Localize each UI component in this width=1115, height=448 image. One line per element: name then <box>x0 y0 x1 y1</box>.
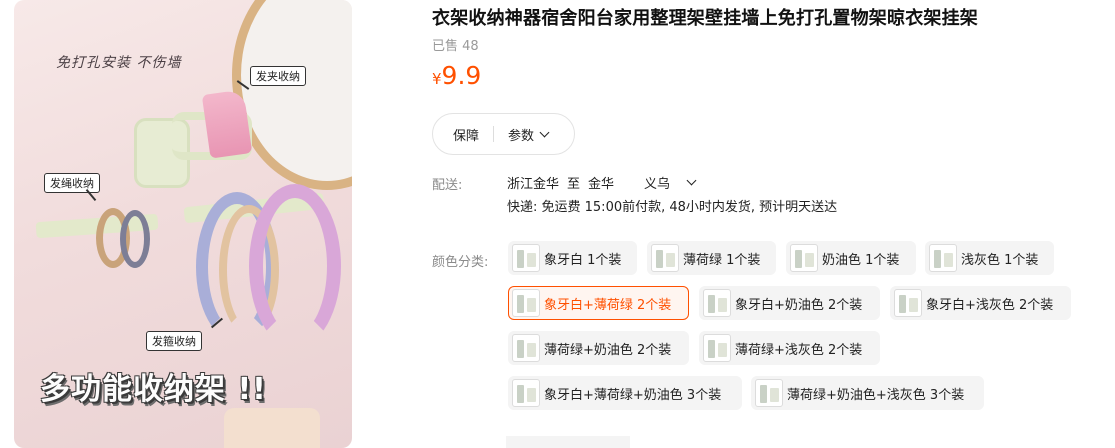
option-label: 薄荷绿+浅灰色 2个装 <box>735 342 863 358</box>
option-label: 象牙白+奶油色 2个装 <box>735 297 863 313</box>
color-option[interactable]: 浅灰色 1个装 <box>925 241 1054 275</box>
option-thumbnail <box>703 334 731 362</box>
ship-to-city: 金华 <box>588 177 615 192</box>
option-label: 薄荷绿+奶油色+浅灰色 3个装 <box>787 387 965 403</box>
option-thumbnail <box>755 379 783 407</box>
option-label: 象牙白+薄荷绿+奶油色 3个装 <box>544 387 722 403</box>
guarantee-button[interactable]: 保障 <box>433 125 493 144</box>
color-option[interactable]: 象牙白+奶油色 2个装 <box>699 286 880 320</box>
product-title: 衣架收纳神器宿舍阳台家用整理架壁挂墙上免打孔置物架晾衣架挂架 <box>432 8 978 29</box>
price: ¥9.9 <box>432 61 481 90</box>
ship-to-district: 义乌 <box>644 177 671 192</box>
image-slogan: 免打孔安装 不伤墙 <box>56 55 182 71</box>
image-label-clip: 发夹收纳 <box>250 66 306 86</box>
image-label-band: 发箍收纳 <box>146 331 202 351</box>
option-label: 奶油色 1个装 <box>822 252 900 268</box>
color-option[interactable]: 象牙白 1个装 <box>508 241 637 275</box>
soap-graphic <box>224 408 320 448</box>
ship-to-word: 至 <box>567 177 581 192</box>
option-thumbnail <box>703 289 731 317</box>
headband-graphic <box>249 184 341 348</box>
image-label-rope: 发绳收纳 <box>44 173 100 193</box>
params-button[interactable]: 参数 <box>494 125 550 144</box>
option-label: 浅灰色 1个装 <box>961 252 1039 268</box>
sold-count: 已售 48 <box>432 39 479 54</box>
product-image[interactable]: 免打孔安装 不伤墙 发夹收纳 发绳收纳 发箍收纳 多功能收纳架 !! <box>14 0 352 448</box>
info-pill: 保障 参数 <box>432 113 575 155</box>
shipping-label: 配送: <box>432 178 463 193</box>
color-label: 颜色分类: <box>432 255 489 270</box>
color-option[interactable]: 薄荷绿+浅灰色 2个装 <box>699 331 880 365</box>
option-label: 象牙白+薄荷绿 2个装 <box>544 297 672 313</box>
option-thumbnail <box>512 244 540 272</box>
image-headline: 多功能收纳架 !! <box>40 372 267 407</box>
mirror-graphic <box>232 0 352 190</box>
option-thumbnail <box>512 289 540 317</box>
color-option[interactable]: 薄荷绿+奶油色 2个装 <box>508 331 689 365</box>
price-value: 9.9 <box>441 61 482 90</box>
chevron-down-icon <box>539 127 550 137</box>
color-option[interactable]: 象牙白+薄荷绿+奶油色 3个装 <box>508 376 742 410</box>
option-thumbnail <box>790 244 818 272</box>
option-label: 象牙白 1个装 <box>544 252 622 268</box>
color-option[interactable]: 薄荷绿+奶油色+浅灰色 3个装 <box>751 376 984 410</box>
shipping-detail: 快递: 免运费 15:00前付款, 48小时内发货, 预计明天送达 <box>507 200 838 215</box>
ship-from: 浙江金华 <box>507 177 560 192</box>
chevron-down-icon[interactable] <box>686 175 697 186</box>
color-option[interactable]: 薄荷绿 1个装 <box>647 241 776 275</box>
quantity-stepper[interactable] <box>506 436 630 448</box>
color-option-selected[interactable]: 象牙白+薄荷绿 2个装 <box>508 286 689 320</box>
option-thumbnail <box>894 289 922 317</box>
color-option[interactable]: 象牙白+浅灰色 2个装 <box>890 286 1071 320</box>
option-label: 象牙白+浅灰色 2个装 <box>926 297 1054 313</box>
option-thumbnail <box>512 334 540 362</box>
option-thumbnail <box>512 379 540 407</box>
params-label: 参数 <box>508 128 535 144</box>
option-label: 薄荷绿+奶油色 2个装 <box>544 342 672 358</box>
price-currency: ¥ <box>432 70 442 88</box>
option-thumbnail <box>929 244 957 272</box>
color-option[interactable]: 奶油色 1个装 <box>786 241 916 275</box>
shipping-route[interactable]: 浙江金华 至 金华 义乌 <box>507 173 697 192</box>
option-label: 薄荷绿 1个装 <box>683 252 761 268</box>
hair-tie-graphic <box>120 210 150 268</box>
option-thumbnail <box>651 244 679 272</box>
